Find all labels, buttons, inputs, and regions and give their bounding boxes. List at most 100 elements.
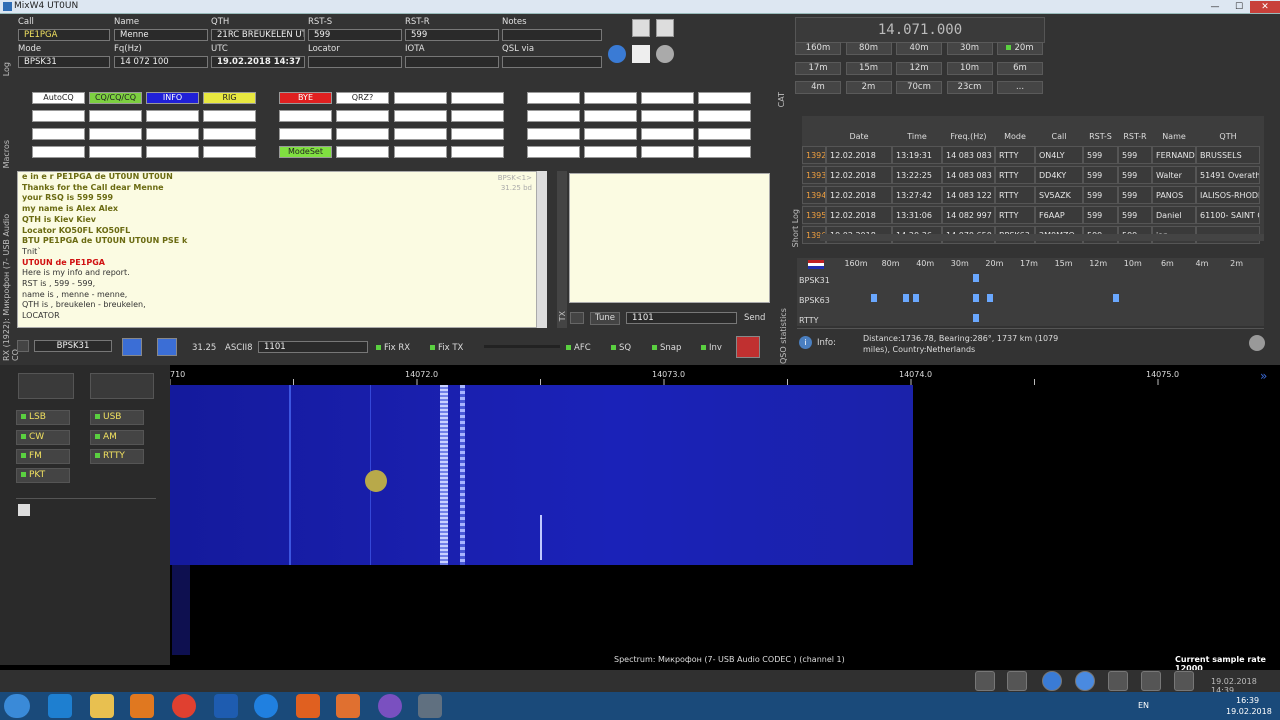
transmit-icon[interactable]	[736, 336, 760, 358]
tx-tab[interactable]: TX	[557, 171, 567, 328]
phone-icon[interactable]	[1174, 671, 1194, 691]
shortlog-header[interactable]: Date	[826, 131, 892, 143]
log-tab[interactable]: Log	[2, 62, 11, 76]
macro-empty[interactable]	[527, 110, 580, 122]
frequency-display[interactable]: 14.071.000	[795, 17, 1045, 43]
shortlog-tab[interactable]: Short Log	[791, 209, 800, 247]
shortlog-row-number[interactable]: 1393	[802, 166, 826, 184]
app-icon[interactable]	[296, 694, 320, 718]
explorer-icon[interactable]	[90, 694, 114, 718]
qso-marker[interactable]	[973, 294, 979, 302]
band-button[interactable]: 80m	[845, 42, 892, 55]
shortlog-cell[interactable]: 599	[1118, 146, 1152, 164]
macro-empty[interactable]	[527, 128, 580, 140]
shortlog-cell[interactable]: 12.02.2018	[826, 206, 892, 224]
shortlog-cell[interactable]: 599	[1118, 166, 1152, 184]
sync-icon[interactable]	[1075, 671, 1095, 691]
shortlog-header[interactable]: Call	[1035, 131, 1083, 143]
band-button[interactable]: 20m	[997, 42, 1043, 55]
iota-field[interactable]	[405, 56, 499, 68]
macro-empty[interactable]	[394, 110, 447, 122]
shortlog-cell[interactable]: SV5AZK	[1035, 186, 1083, 204]
band-button[interactable]: 30m	[946, 42, 993, 55]
macro-empty[interactable]	[451, 92, 504, 104]
shortlog-cell[interactable]: 61100- SAINT GE	[1196, 206, 1260, 224]
macro-empty[interactable]	[527, 92, 580, 104]
rsts-field[interactable]: 599	[308, 29, 402, 41]
macro-empty[interactable]	[451, 110, 504, 122]
fq-field[interactable]: 14 072 100	[114, 56, 208, 68]
macro-empty[interactable]	[203, 110, 256, 122]
maximize-button[interactable]: ☐	[1228, 1, 1250, 13]
shortlog-header[interactable]: Time	[892, 131, 942, 143]
shortlog-cell[interactable]: RTTY	[995, 186, 1035, 204]
macro-empty[interactable]	[146, 128, 199, 140]
qso-marker[interactable]	[973, 274, 979, 282]
scroll-right-icon[interactable]: »	[1260, 369, 1278, 383]
macro-empty[interactable]	[641, 92, 694, 104]
macro-qrz[interactable]: QRZ?	[336, 92, 389, 104]
band-button[interactable]: 160m	[795, 42, 841, 55]
qso-marker[interactable]	[913, 294, 919, 302]
mode-button-lsb[interactable]: LSB	[16, 410, 70, 425]
shortlog-cell[interactable]: RTTY	[995, 166, 1035, 184]
macro-empty[interactable]	[203, 146, 256, 158]
info-gear-icon[interactable]	[1249, 335, 1265, 351]
macro-empty[interactable]	[203, 128, 256, 140]
macro-empty[interactable]	[279, 110, 332, 122]
charset-value[interactable]: ASCII8	[225, 343, 253, 353]
band-button[interactable]: 70cm	[896, 81, 942, 94]
macro-empty[interactable]	[641, 146, 694, 158]
app-icon[interactable]	[214, 694, 238, 718]
close-button[interactable]: ✕	[1250, 1, 1280, 13]
shortlog-cell[interactable]: 14 083 083	[942, 146, 995, 164]
shortlog-cell[interactable]: PANOS	[1152, 186, 1196, 204]
shortlog-cell[interactable]: 599	[1083, 206, 1118, 224]
qso-marker[interactable]	[903, 294, 909, 302]
macro-empty[interactable]	[641, 110, 694, 122]
band-button[interactable]: 2m	[845, 81, 892, 94]
mode-button-fm[interactable]: FM	[16, 449, 70, 464]
macro-empty[interactable]	[336, 110, 389, 122]
shortlog-cell[interactable]: RTTY	[995, 146, 1035, 164]
gear-icon[interactable]	[656, 45, 674, 63]
qth-field[interactable]: 21RC BREUKELEN UT	[211, 29, 305, 41]
locator-field[interactable]	[308, 56, 402, 68]
rstr-field[interactable]: 599	[405, 29, 499, 41]
shortlog-cell[interactable]: 599	[1118, 186, 1152, 204]
shortlog-cell[interactable]: 599	[1118, 206, 1152, 224]
shortlog-cell[interactable]: 14 083 083	[942, 166, 995, 184]
send-button[interactable]: Send	[744, 313, 765, 323]
shortlog-row-number[interactable]: 1394	[802, 186, 826, 204]
snap-checkbox[interactable]: Snap	[652, 343, 681, 353]
shortlog-cell[interactable]: FERNAND	[1152, 146, 1196, 164]
squelch-slider[interactable]	[484, 345, 560, 348]
shortlog-row-number[interactable]: 1395	[802, 206, 826, 224]
shortlog-cell[interactable]: 14 082 997	[942, 206, 995, 224]
qso-stats-tab[interactable]: QSO statistics	[779, 284, 788, 364]
shortlog-cell[interactable]: Daniel	[1152, 206, 1196, 224]
shortlog-cell[interactable]: Walter	[1152, 166, 1196, 184]
macro-empty[interactable]	[584, 92, 637, 104]
app-icon[interactable]	[336, 694, 360, 718]
radio-icon[interactable]	[90, 373, 154, 399]
macro-empty[interactable]	[584, 128, 637, 140]
macro-empty[interactable]	[698, 128, 751, 140]
media-icon[interactable]	[130, 694, 154, 718]
ie-icon[interactable]	[48, 694, 72, 718]
inv-checkbox[interactable]: Inv	[701, 343, 722, 353]
speaker-icon[interactable]	[18, 373, 74, 399]
teamviewer-icon[interactable]	[254, 694, 278, 718]
band-button[interactable]: ...	[997, 81, 1043, 94]
macro-empty[interactable]	[698, 110, 751, 122]
macro-empty[interactable]	[336, 146, 389, 158]
macro-empty[interactable]	[32, 110, 85, 122]
macro-empty[interactable]	[584, 146, 637, 158]
shortlog-cell[interactable]: 13:19:31	[892, 146, 942, 164]
shortlog-cell[interactable]: ON4LY	[1035, 146, 1083, 164]
globe-icon[interactable]	[1042, 671, 1062, 691]
shortlog-header[interactable]: Mode	[995, 131, 1035, 143]
shortlog-cell[interactable]: 599	[1083, 186, 1118, 204]
cat-tab[interactable]: CAT	[777, 92, 786, 107]
band-button[interactable]: 15m	[845, 61, 892, 75]
